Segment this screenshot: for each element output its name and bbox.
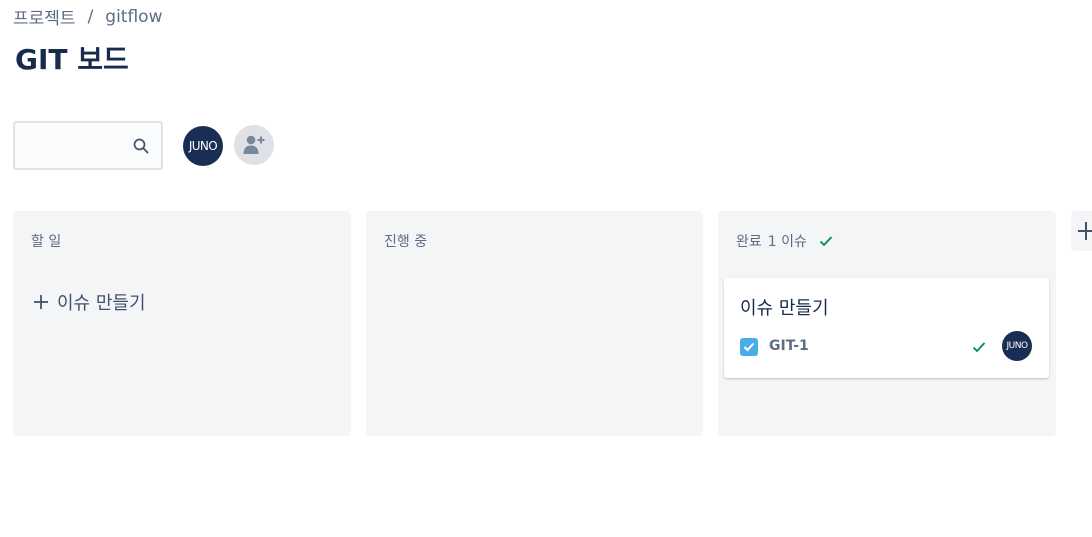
issue-card-title: 이슈 만들기 (740, 298, 829, 319)
task-type-icon (740, 338, 758, 356)
add-member-button[interactable] (234, 125, 274, 165)
page-title: GIT 보드 (15, 43, 129, 76)
create-issue-label: 이슈 만들기 (57, 293, 146, 314)
column-header-in-progress: 진행 중 (384, 231, 427, 251)
column-todo: 할 일 이슈 만들기 (13, 211, 351, 436)
check-icon (819, 236, 833, 247)
search-input[interactable] (23, 133, 127, 159)
column-title: 할 일 (31, 234, 62, 250)
search-box (13, 121, 163, 170)
column-issue-count: 1 이슈 (767, 234, 807, 250)
plus-icon (1078, 222, 1092, 240)
breadcrumb-separator: / (87, 6, 94, 27)
breadcrumb-projects-link[interactable]: 프로젝트 (13, 4, 76, 29)
column-title: 완료 (736, 234, 762, 250)
column-done: 완료 1 이슈 이슈 만들기 GIT-1 JUNO (718, 211, 1056, 436)
column-header-done: 완료 1 이슈 (736, 231, 833, 251)
issue-card[interactable]: 이슈 만들기 GIT-1 JUNO (724, 278, 1049, 378)
done-check-icon (972, 342, 986, 353)
plus-icon (34, 295, 48, 309)
issue-key: GIT-1 (769, 338, 809, 354)
create-issue-button[interactable]: 이슈 만들기 (33, 289, 146, 315)
breadcrumb: 프로젝트 / gitflow (13, 4, 163, 30)
column-title: 진행 중 (384, 234, 428, 250)
column-header-todo: 할 일 (31, 231, 61, 251)
search-icon (133, 138, 149, 154)
column-in-progress: 진행 중 (366, 211, 703, 436)
member-avatar[interactable]: JUNO (183, 126, 223, 166)
breadcrumb-project-link[interactable]: gitflow (105, 7, 162, 27)
add-column-button[interactable] (1071, 211, 1092, 251)
add-person-icon (243, 135, 265, 154)
assignee-avatar[interactable]: JUNO (1002, 331, 1032, 361)
board-page: 프로젝트 / gitflow GIT 보드 JUNO 할 일 이슈 만들기 진행… (0, 0, 1092, 537)
